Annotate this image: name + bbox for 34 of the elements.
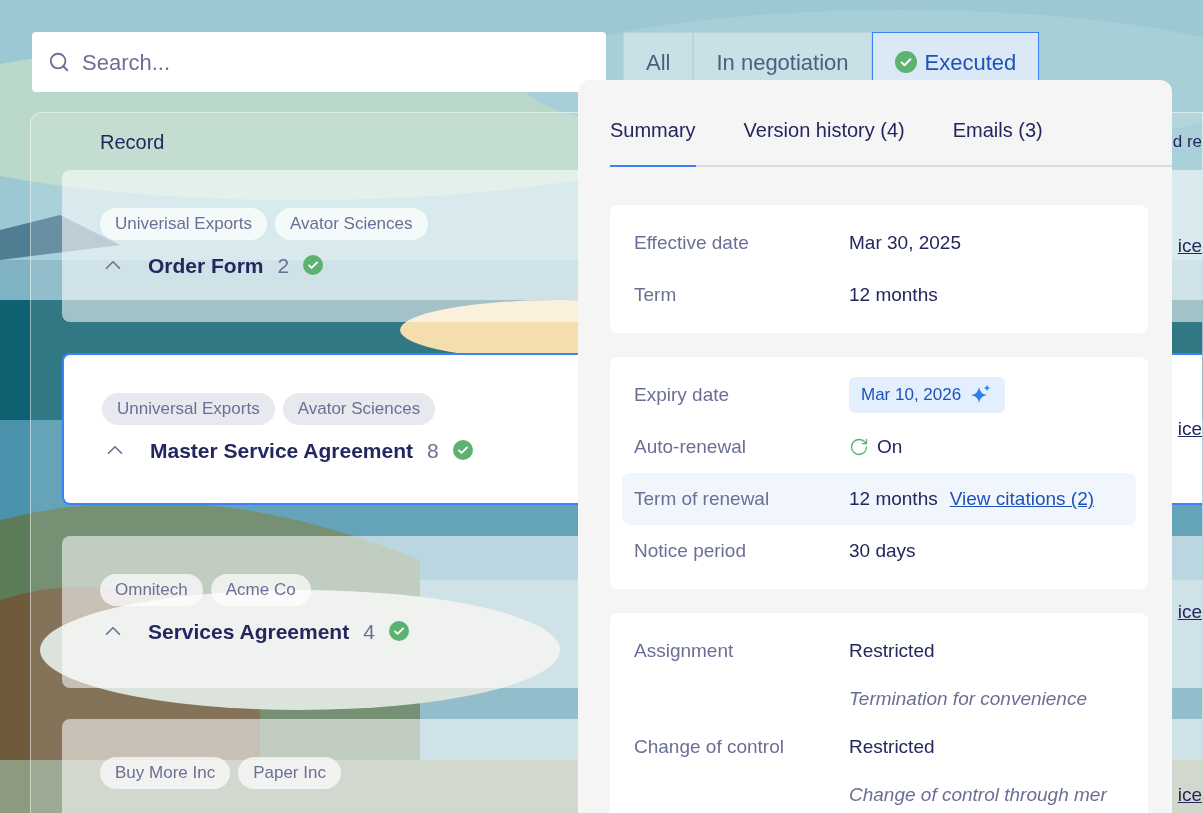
field-label: Change of control: [634, 734, 785, 759]
field-note: Change of control through mer: [849, 782, 1107, 807]
field-label: Expiry date: [634, 382, 731, 407]
field-label: Term of renewal: [634, 486, 771, 511]
field-label: Assignment: [634, 638, 735, 663]
field-note: Termination for convenience: [849, 686, 1087, 711]
company-tag: Avator Sciences: [282, 393, 436, 425]
field-label: Auto-renewal: [634, 434, 747, 459]
field-label: Term: [634, 282, 678, 307]
record-title: Master Service Agreement: [150, 437, 413, 464]
field-value: Restricted: [849, 638, 935, 663]
date-badge: Mar 10, 2026: [849, 377, 1006, 413]
company-tag: Paper Inc: [238, 757, 341, 789]
field-value: Mar 30, 2025: [849, 230, 961, 255]
company-tag: Acme Co: [210, 574, 311, 606]
column-header: Record: [100, 129, 165, 155]
record-title: Services Agreement: [148, 618, 350, 645]
record-count: 8: [427, 437, 439, 464]
record-count: 4: [363, 618, 375, 645]
company-tag: Avator Sciences: [275, 208, 428, 240]
field-value: 12 months: [849, 486, 938, 511]
column-header: d re: [1172, 130, 1202, 153]
company-tag: Unniversal Exports: [102, 393, 275, 425]
company-tag: Omnitech: [100, 574, 203, 606]
field-label: Notice period: [634, 538, 747, 563]
field-label: Effective date: [634, 230, 750, 255]
field-value: Restricted: [849, 734, 935, 759]
record-title: Order Form: [148, 252, 264, 279]
field-value: 12 months: [849, 282, 938, 307]
record-count: 2: [277, 252, 290, 279]
field-value: 30 days: [849, 538, 916, 563]
company-tag: Buy More Inc: [100, 757, 231, 789]
field-value: On: [877, 434, 903, 459]
company-tag: Univerisal Exports: [100, 208, 267, 240]
